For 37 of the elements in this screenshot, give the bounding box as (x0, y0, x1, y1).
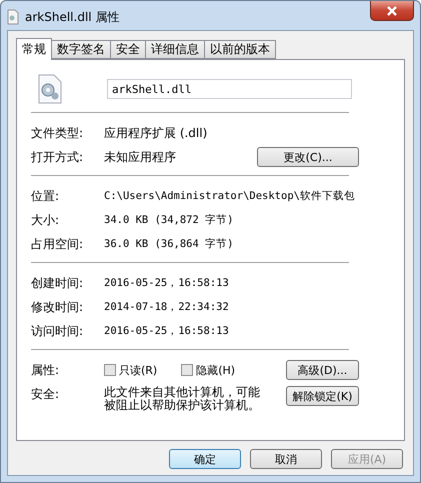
field-value: 未知应用程序 (104, 148, 177, 166)
field-value: 应用程序扩展 (.dll) (104, 124, 208, 142)
field-label: 创建时间: (31, 274, 84, 292)
close-button[interactable] (370, 1, 414, 21)
field-label: 文件类型: (31, 124, 84, 142)
field-label: 大小: (31, 212, 60, 228)
checkbox[interactable]: 只读(R) (104, 362, 158, 378)
field-label: 访问时间: (31, 322, 84, 340)
field-label: 打开方式: (31, 148, 84, 166)
field-label: 属性: (31, 362, 60, 378)
advanced-button[interactable]: 高级(D)... (286, 360, 359, 380)
security-note: 此文件来自其他计算机，可能被阻止以帮助保护该计算机。 (104, 386, 261, 412)
field-label: 安全: (31, 386, 60, 403)
tab[interactable]: 常规 (16, 38, 52, 60)
checkbox[interactable]: 隐藏(H) (181, 362, 236, 378)
field-label: 位置: (31, 188, 60, 204)
field-value: C:\Users\Administrator\Desktop\软件下载包 (104, 189, 356, 203)
field-label: 修改时间: (31, 298, 84, 316)
file-icon (7, 9, 19, 25)
file-name-field[interactable]: arkShell.dll (107, 79, 352, 99)
field-value: 2016-05-25，16:58:13 (104, 276, 230, 290)
ok-button[interactable]: 确定 (169, 449, 241, 469)
dialog-button[interactable]: 取消 (250, 449, 322, 469)
tab[interactable]: 数字签名 (51, 40, 111, 59)
change-button[interactable]: 更改(C)... (257, 147, 359, 167)
unblock-button[interactable]: 解除锁定(K) (286, 386, 359, 406)
tab[interactable]: 以前的版本 (204, 40, 276, 59)
settings-file-icon (37, 74, 63, 104)
close-icon (386, 6, 398, 16)
field-value: 2016-05-25，16:58:13 (104, 324, 230, 338)
field-value: 2014-07-18，22:34:32 (104, 300, 230, 314)
window-title: arkShell.dll 属性 (25, 9, 120, 25)
tab[interactable]: 详细信息 (145, 40, 205, 59)
field-label: 占用空间: (31, 236, 84, 252)
field-value: 34.0 KB (34,872 字节) (104, 213, 234, 227)
field-value: 36.0 KB (36,864 字节) (104, 237, 234, 251)
tab[interactable]: 安全 (110, 40, 146, 59)
